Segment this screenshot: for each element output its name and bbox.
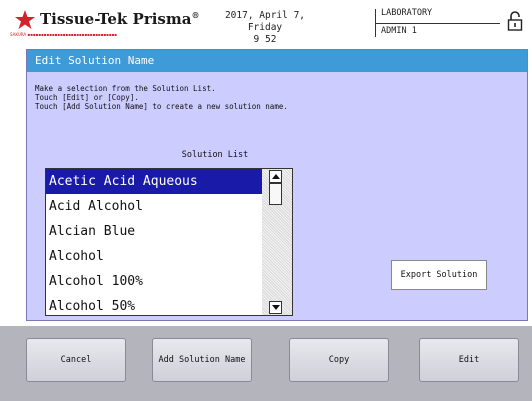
header: Tissue-Tek Prisma® SAKURA ▪▪▪▪▪▪▪▪▪▪▪▪▪▪… <box>0 0 532 46</box>
tissue-tek-prisma-logo: Tissue-Tek Prisma® SAKURA ▪▪▪▪▪▪▪▪▪▪▪▪▪▪… <box>10 8 200 38</box>
solution-list-item[interactable]: Acid Alcohol <box>46 194 262 219</box>
cancel-button[interactable]: Cancel <box>26 338 126 382</box>
logo-wordmark: Tissue-Tek Prisma® <box>40 10 200 28</box>
time-text: 9 52 <box>253 34 277 45</box>
scroll-down-button[interactable] <box>269 301 282 314</box>
bottom-button-bar: Cancel Add Solution Name Copy Edit <box>0 326 532 401</box>
arrow-down-icon <box>272 305 280 310</box>
user-role: LABORATORY <box>381 8 433 18</box>
instruction-line: Touch [Edit] or [Copy]. <box>35 93 139 102</box>
scroll-up-button[interactable] <box>269 170 282 183</box>
edit-button[interactable]: Edit <box>419 338 519 382</box>
date-time-display: 2017, April 7, Friday 9 52 <box>205 10 325 46</box>
scroll-thumb[interactable] <box>269 183 282 205</box>
solution-list-item[interactable]: Acetic Acid Aqueous <box>46 169 262 194</box>
solution-list-items: Acetic Acid Aqueous Acid Alcohol Alcian … <box>46 169 262 315</box>
user-name: ADMIN 1 <box>381 26 417 36</box>
instruction-line: Touch [Add Solution Name] to create a ne… <box>35 102 288 111</box>
arrow-up-icon <box>272 174 280 179</box>
instructions: Make a selection from the Solution List.… <box>35 84 515 111</box>
user-divider-horizontal <box>375 23 500 24</box>
solution-list-item[interactable]: Alcohol 50% <box>46 294 262 315</box>
solution-list-item[interactable]: Alcohol 100% <box>46 269 262 294</box>
sakura-star-icon <box>15 10 35 29</box>
solution-list-item[interactable]: Alcian Blue <box>46 219 262 244</box>
solution-list[interactable]: Acetic Acid Aqueous Acid Alcohol Alcian … <box>45 168 293 316</box>
date-text: 2017, April 7, Friday <box>224 10 306 33</box>
export-solution-button[interactable]: Export Solution <box>391 260 487 290</box>
add-solution-name-button[interactable]: Add Solution Name <box>152 338 252 382</box>
instruction-line: Make a selection from the Solution List. <box>35 84 216 93</box>
solution-list-item[interactable]: Alcohol <box>46 244 262 269</box>
user-info: LABORATORY ADMIN 1 <box>375 8 500 38</box>
logo-tagline: SAKURA ▪▪▪▪▪▪▪▪▪▪▪▪▪▪▪▪▪▪▪▪▪▪▪▪▪▪▪▪▪▪▪▪▪ <box>10 32 117 37</box>
solution-list-label: Solution List <box>181 150 249 160</box>
copy-button[interactable]: Copy <box>289 338 389 382</box>
padlock-icon[interactable] <box>507 10 523 32</box>
panel-title: Edit Solution Name <box>27 50 527 72</box>
list-scrollbar[interactable] <box>262 169 292 315</box>
